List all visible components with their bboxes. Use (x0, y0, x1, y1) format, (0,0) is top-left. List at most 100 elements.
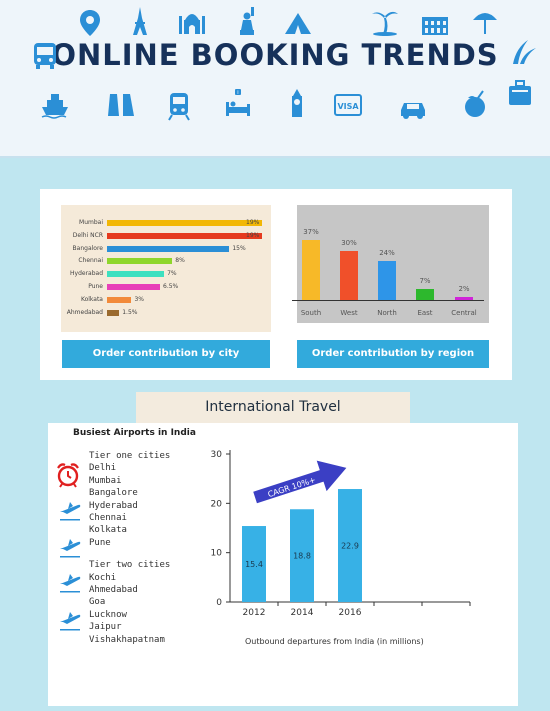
city-bar (107, 271, 165, 278)
airport-city: Kochi (89, 572, 117, 583)
city-value-label: 7% (167, 270, 177, 278)
region-category-label: East (417, 309, 433, 317)
city-bar (107, 258, 173, 265)
city-value-label: 19% (246, 219, 260, 226)
section-heading: International Travel (136, 392, 410, 423)
y-tick-label: 10 (211, 549, 223, 559)
cagr-label: CAGR 10%+ (267, 475, 317, 499)
tent-icon (283, 8, 313, 38)
flippers-icon (106, 90, 136, 120)
region-value-label: 37% (303, 228, 319, 236)
region-bar (302, 240, 320, 300)
y-tick-label: 20 (211, 499, 223, 509)
airport-city: Kolkata (89, 525, 127, 536)
svg-text:VISA: VISA (337, 102, 359, 111)
outbound-value-label: 15.4 (245, 560, 263, 569)
region-bar (416, 288, 434, 300)
svg-text:i: i (237, 90, 238, 96)
city-label: Bangalore (72, 244, 103, 252)
outbound-value-label: 22.9 (341, 542, 359, 551)
airport-city: Vishakhapatnam (89, 634, 165, 645)
x-tick-label: 2016 (339, 608, 362, 618)
alarm-clock-icon (56, 462, 80, 488)
airport-city: Hyderabad (89, 500, 138, 511)
region-category-label: West (340, 309, 358, 317)
airport-city: Ahmedabad (89, 585, 138, 595)
city-label: Kolkata (80, 295, 103, 303)
cagr-arrow: CAGR 10%+ (253, 460, 347, 504)
airport-city: Mumbai (89, 475, 122, 486)
y-tick-label: 0 (216, 598, 222, 608)
outbound-chart: 0 10 20 30 2012 15.4 2014 18.8 2016 22.9 CAGR 10%+ (180, 440, 480, 660)
airport-city: Chennai (89, 513, 127, 523)
airport-city: Bangalore (89, 488, 138, 499)
region-bar (455, 296, 473, 300)
statue-of-liberty-icon (232, 6, 262, 36)
eiffel-tower-icon (125, 6, 155, 36)
y-tick-label: 30 (211, 450, 223, 460)
city-bar (107, 220, 262, 226)
city-label: Pune (88, 283, 103, 290)
page-title: ONLINE BOOKING TRENDS (51, 38, 499, 72)
region-category-label: North (377, 309, 397, 317)
chart-footnote: Outbound departures from India (in milli… (245, 637, 424, 646)
city-label: Delhi NCR (72, 231, 103, 239)
region-bar (378, 261, 396, 300)
big-ben-icon (282, 88, 312, 118)
x-tick-label: 2012 (243, 608, 266, 618)
region-value-label: 7% (419, 276, 431, 285)
car-icon (398, 92, 428, 122)
train-icon (164, 91, 194, 121)
plane-icon (58, 610, 82, 632)
city-value-label: 19% (246, 231, 260, 239)
banner: ONLINE BOOKING TRENDS i VISA (0, 0, 550, 158)
plane-icon (58, 500, 82, 522)
city-bar (107, 245, 230, 252)
airport-city: Lucknow (89, 609, 127, 620)
city-label: Mumbai (79, 219, 103, 226)
region-value-label: 30% (341, 239, 357, 248)
luggage-icon (505, 78, 535, 108)
map-pin-icon (75, 8, 105, 38)
region-value-label: 2% (458, 284, 470, 293)
plane-icon (58, 537, 82, 559)
beach-umbrella-icon (470, 6, 500, 36)
airport-city: Delhi (89, 463, 117, 474)
bus-icon (30, 40, 60, 70)
city-label: Chennai (78, 257, 103, 265)
hotel-bed-icon: i (223, 88, 253, 118)
city-bar (107, 309, 120, 316)
city-value-label: 1.5% (122, 308, 138, 316)
cocktail-icon (460, 90, 490, 120)
city-bar (107, 284, 161, 290)
region-category-label: Central (451, 309, 477, 317)
taj-mahal-icon (177, 6, 207, 36)
airport-city: Jaipur (89, 622, 122, 633)
tier-heading: Tier one cities (89, 451, 171, 461)
city-label: Ahmedabad (66, 308, 103, 316)
tier-heading: Tier two cities (89, 560, 171, 571)
visa-card-icon: VISA (333, 90, 363, 120)
city-bar (107, 296, 132, 303)
ship-icon (40, 90, 70, 120)
city-bar (107, 232, 262, 239)
palm-tree-icon (370, 6, 400, 36)
airport-city: Goa (89, 597, 106, 608)
palm-leaves-icon (508, 36, 538, 66)
city-value-label: 15% (232, 244, 246, 252)
order-by-region-button[interactable]: Order contribution by region (297, 340, 489, 368)
region-bar (340, 251, 358, 300)
colosseum-icon (420, 9, 450, 39)
region-value-label: 24% (379, 249, 395, 258)
outbound-value-label: 18.8 (293, 552, 311, 561)
order-by-city-button[interactable]: Order contribution by city (62, 340, 270, 368)
city-value-label: 8% (175, 257, 185, 265)
plane-icon (58, 572, 82, 594)
x-tick-label: 2014 (291, 608, 314, 618)
region-axis-line (292, 300, 484, 301)
airport-city: Pune (89, 537, 111, 548)
city-label: Hyderabad (70, 270, 103, 278)
airports-title: Busiest Airports in India (73, 428, 196, 438)
city-value-label: 3% (134, 295, 144, 303)
city-value-label: 6.5% (163, 283, 179, 290)
